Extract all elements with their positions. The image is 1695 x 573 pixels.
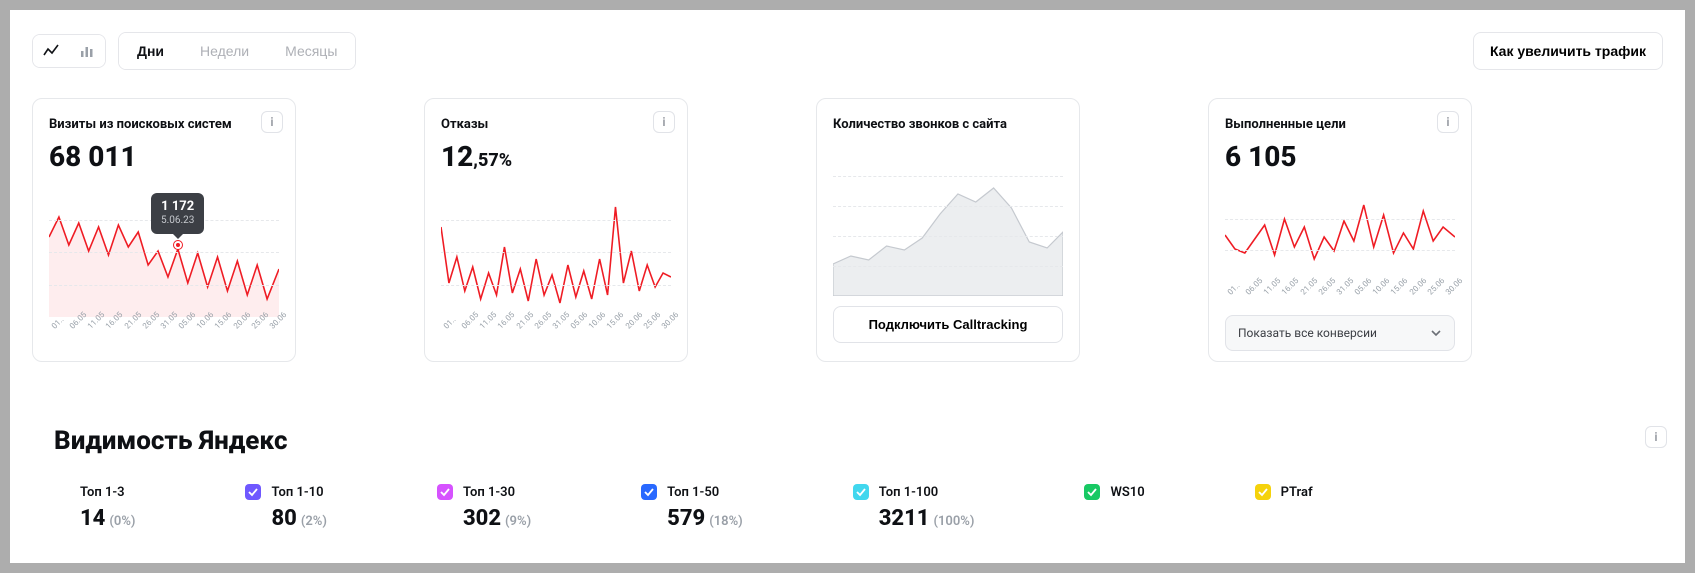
legend-item-ws10: WS10 (1084, 484, 1144, 531)
card-goals-title: Выполненные цели (1225, 117, 1455, 132)
card-goals: i Выполненные цели 6 105 01..06.0511.051… (1208, 98, 1472, 362)
legend-label: PTraf (1281, 485, 1313, 500)
card-visits-xaxis: 01..06.0511.0516.0521.0526.0531.0505.061… (53, 323, 271, 332)
card-bounces-value: 12,57% (441, 140, 671, 173)
card-goals-chart (1225, 187, 1455, 283)
legend-checkbox[interactable] (245, 484, 261, 500)
line-chart-toggle[interactable] (33, 35, 69, 67)
legend-checkbox[interactable] (54, 484, 70, 500)
connect-calltracking-button[interactable]: Подключить Calltracking (833, 306, 1063, 343)
legend-checkbox[interactable] (1255, 484, 1271, 500)
period-days[interactable]: Дни (119, 33, 182, 69)
legend-checkbox[interactable] (641, 484, 657, 500)
visibility-title: Видимость Яндекс (54, 426, 1641, 456)
card-bounces-title: Отказы (441, 117, 671, 132)
card-visits-title: Визиты из поисковых систем (49, 117, 279, 132)
tooltip-value: 1 172 (161, 199, 194, 215)
legend-item-ptraf: PTraf (1255, 484, 1313, 531)
card-goals-value: 6 105 (1225, 140, 1455, 173)
visibility-section: i Видимость Яндекс Топ 1-3 14(0%) Топ 1-… (10, 426, 1685, 551)
line-chart-icon (43, 43, 59, 59)
chevron-down-icon (1430, 327, 1442, 339)
visibility-legend: Топ 1-3 14(0%) Топ 1-10 80(2%) Топ 1-30 … (54, 484, 1641, 531)
legend-label: WS10 (1110, 485, 1144, 500)
legend-checkbox[interactable] (853, 484, 869, 500)
card-calls-title: Количество звонков с сайта (833, 117, 1063, 132)
period-months[interactable]: Месяцы (267, 33, 355, 69)
chart-type-toggle (32, 34, 106, 68)
card-visits-chart: 1 172 5.06.23 (49, 187, 279, 317)
help-icon[interactable]: i (1645, 426, 1667, 448)
legend-label: Топ 1-50 (667, 485, 719, 500)
card-calls-placeholder-chart (833, 146, 1063, 296)
bar-chart-icon (79, 43, 95, 59)
card-goals-xaxis: 01..06.0511.0516.0521.0526.0531.0505.061… (1229, 289, 1447, 298)
help-icon[interactable]: i (261, 111, 283, 133)
legend-item-top-1-50: Топ 1-50 579(18%) (641, 484, 743, 531)
legend-label: Топ 1-10 (271, 485, 323, 500)
card-visits: i Визиты из поисковых систем 68 011 1 17… (32, 98, 296, 362)
legend-item-top-1-30: Топ 1-30 302(9%) (437, 484, 531, 531)
legend-checkbox[interactable] (1084, 484, 1100, 500)
legend-item-top-1-100: Топ 1-100 3211(100%) (853, 484, 975, 531)
period-weeks[interactable]: Недели (182, 33, 267, 69)
card-bounces-chart (441, 187, 671, 317)
help-icon[interactable]: i (653, 111, 675, 133)
bar-chart-toggle[interactable] (69, 35, 105, 67)
legend-label: Топ 1-3 (80, 485, 125, 500)
card-bounces: i Отказы 12,57% 01..06.0511.0516.0521.05… (424, 98, 688, 362)
legend-item-top-1-10: Топ 1-10 80(2%) (245, 484, 326, 531)
card-bounces-xaxis: 01..06.0511.0516.0521.0526.0531.0505.061… (445, 323, 663, 332)
increase-traffic-button[interactable]: Как увеличить трафик (1473, 32, 1663, 70)
legend-checkbox[interactable] (437, 484, 453, 500)
period-toggle: Дни Недели Месяцы (118, 32, 356, 70)
tooltip-date: 5.06.23 (161, 215, 194, 228)
chart-tooltip: 1 172 5.06.23 (151, 193, 204, 234)
card-calls: Количество звонков с сайта Подключить Ca… (816, 98, 1080, 362)
show-conversions-dropdown[interactable]: Показать все конверсии (1225, 315, 1455, 351)
legend-label: Топ 1-30 (463, 485, 515, 500)
legend-label: Топ 1-100 (879, 485, 938, 500)
chart-point-marker (174, 241, 182, 249)
card-visits-value: 68 011 (49, 140, 279, 173)
dropdown-label: Показать все конверсии (1238, 326, 1377, 340)
legend-item-top-1-3: Топ 1-3 14(0%) (54, 484, 135, 531)
help-icon[interactable]: i (1437, 111, 1459, 133)
